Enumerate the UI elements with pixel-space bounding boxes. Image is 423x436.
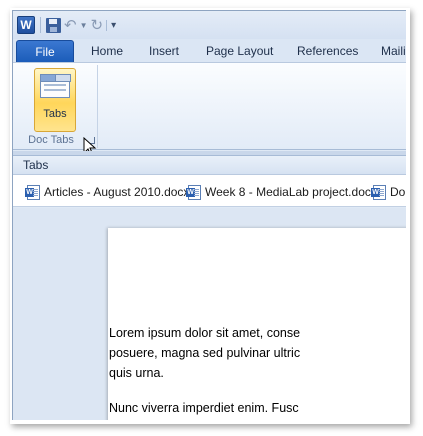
document-paragraph: Nunc viverra imperdiet enim. Fusc (109, 398, 349, 418)
tab-insert[interactable]: Insert (149, 44, 179, 58)
tab-mailings[interactable]: Maili (381, 44, 406, 58)
undo-icon[interactable]: ↶ (64, 18, 77, 33)
tab-home[interactable]: Home (91, 44, 123, 58)
document-area: Lorem ipsum dolor sit amet, conse posuer… (13, 208, 406, 420)
document-tab[interactable]: Articles - August 2010.docx (25, 184, 190, 200)
save-icon[interactable] (46, 17, 61, 33)
document-tabs-bar: Articles - August 2010.docx Week 8 - Med… (13, 175, 406, 207)
document-tab[interactable]: Week 8 - MediaLab project.docx (186, 184, 377, 200)
ribbon-tab-row: File Home Insert Page Layout References … (13, 39, 406, 63)
word-document-icon (25, 184, 40, 200)
file-tab[interactable]: File (16, 40, 74, 63)
text-line: posuere, magna sed pulvinar ultric (109, 346, 301, 360)
document-tab[interactable]: Do (371, 184, 406, 200)
word-document-icon (186, 184, 201, 200)
word-document-icon (371, 184, 386, 200)
quick-access-toolbar: W ↶ ▼ ↻ ▾ (17, 15, 116, 35)
group-label: Doc Tabs (28, 134, 74, 146)
toolbar-separator (40, 17, 41, 33)
tab-page-layout[interactable]: Page Layout (206, 44, 273, 58)
word-window: W ↶ ▼ ↻ ▾ File Home Insert Page Layout R… (12, 10, 406, 420)
customize-qat-icon[interactable]: ▾ (106, 19, 116, 31)
title-bar: W ↶ ▼ ↻ ▾ (13, 11, 406, 39)
tabs-button[interactable]: Tabs (34, 68, 76, 132)
document-paragraph: Lorem ipsum dolor sit amet, conse posuer… (109, 323, 349, 383)
text-line: Nunc viverra imperdiet enim. Fusc (109, 401, 299, 415)
tabs-icon (40, 74, 71, 98)
tabs-pane-title: Tabs (13, 155, 406, 175)
doc-tabs-group: Tabs Doc Tabs (16, 65, 98, 148)
redo-icon[interactable]: ↻ (91, 18, 104, 33)
dropdown-arrow-icon[interactable]: ▼ (80, 21, 88, 30)
word-app-icon[interactable]: W (17, 16, 35, 34)
tabs-button-label: Tabs (43, 108, 67, 120)
tab-references[interactable]: References (297, 44, 358, 58)
ribbon-body: Tabs Doc Tabs (13, 62, 406, 150)
document-tab-label: Articles - August 2010.docx (44, 185, 190, 199)
document-tab-label: Do (390, 185, 406, 199)
text-line: Lorem ipsum dolor sit amet, conse (109, 326, 301, 340)
text-line: quis urna. (109, 366, 164, 380)
document-tab-label: Week 8 - MediaLab project.docx (205, 185, 377, 199)
